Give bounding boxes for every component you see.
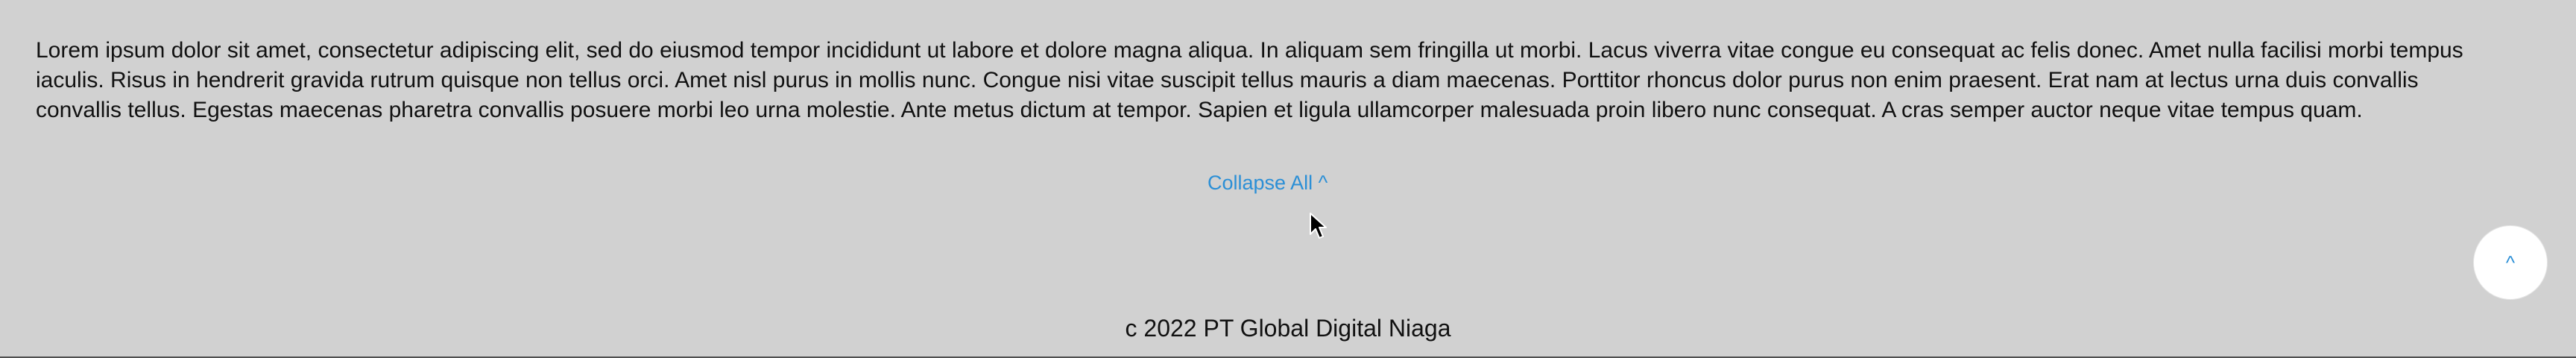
scroll-to-top-icon: ^ <box>2505 251 2516 274</box>
collapse-all-link[interactable]: Collapse All ^ <box>1208 170 1328 195</box>
page: Lorem ipsum dolor sit amet, consectetur … <box>0 0 2576 358</box>
footer-copyright: c 2022 PT Global Digital Niaga <box>1125 315 1451 342</box>
mouse-pointer-icon <box>1310 213 1327 239</box>
body-paragraph: Lorem ipsum dolor sit amet, consectetur … <box>36 38 2463 122</box>
scroll-to-top-button[interactable]: ^ <box>2473 225 2548 300</box>
